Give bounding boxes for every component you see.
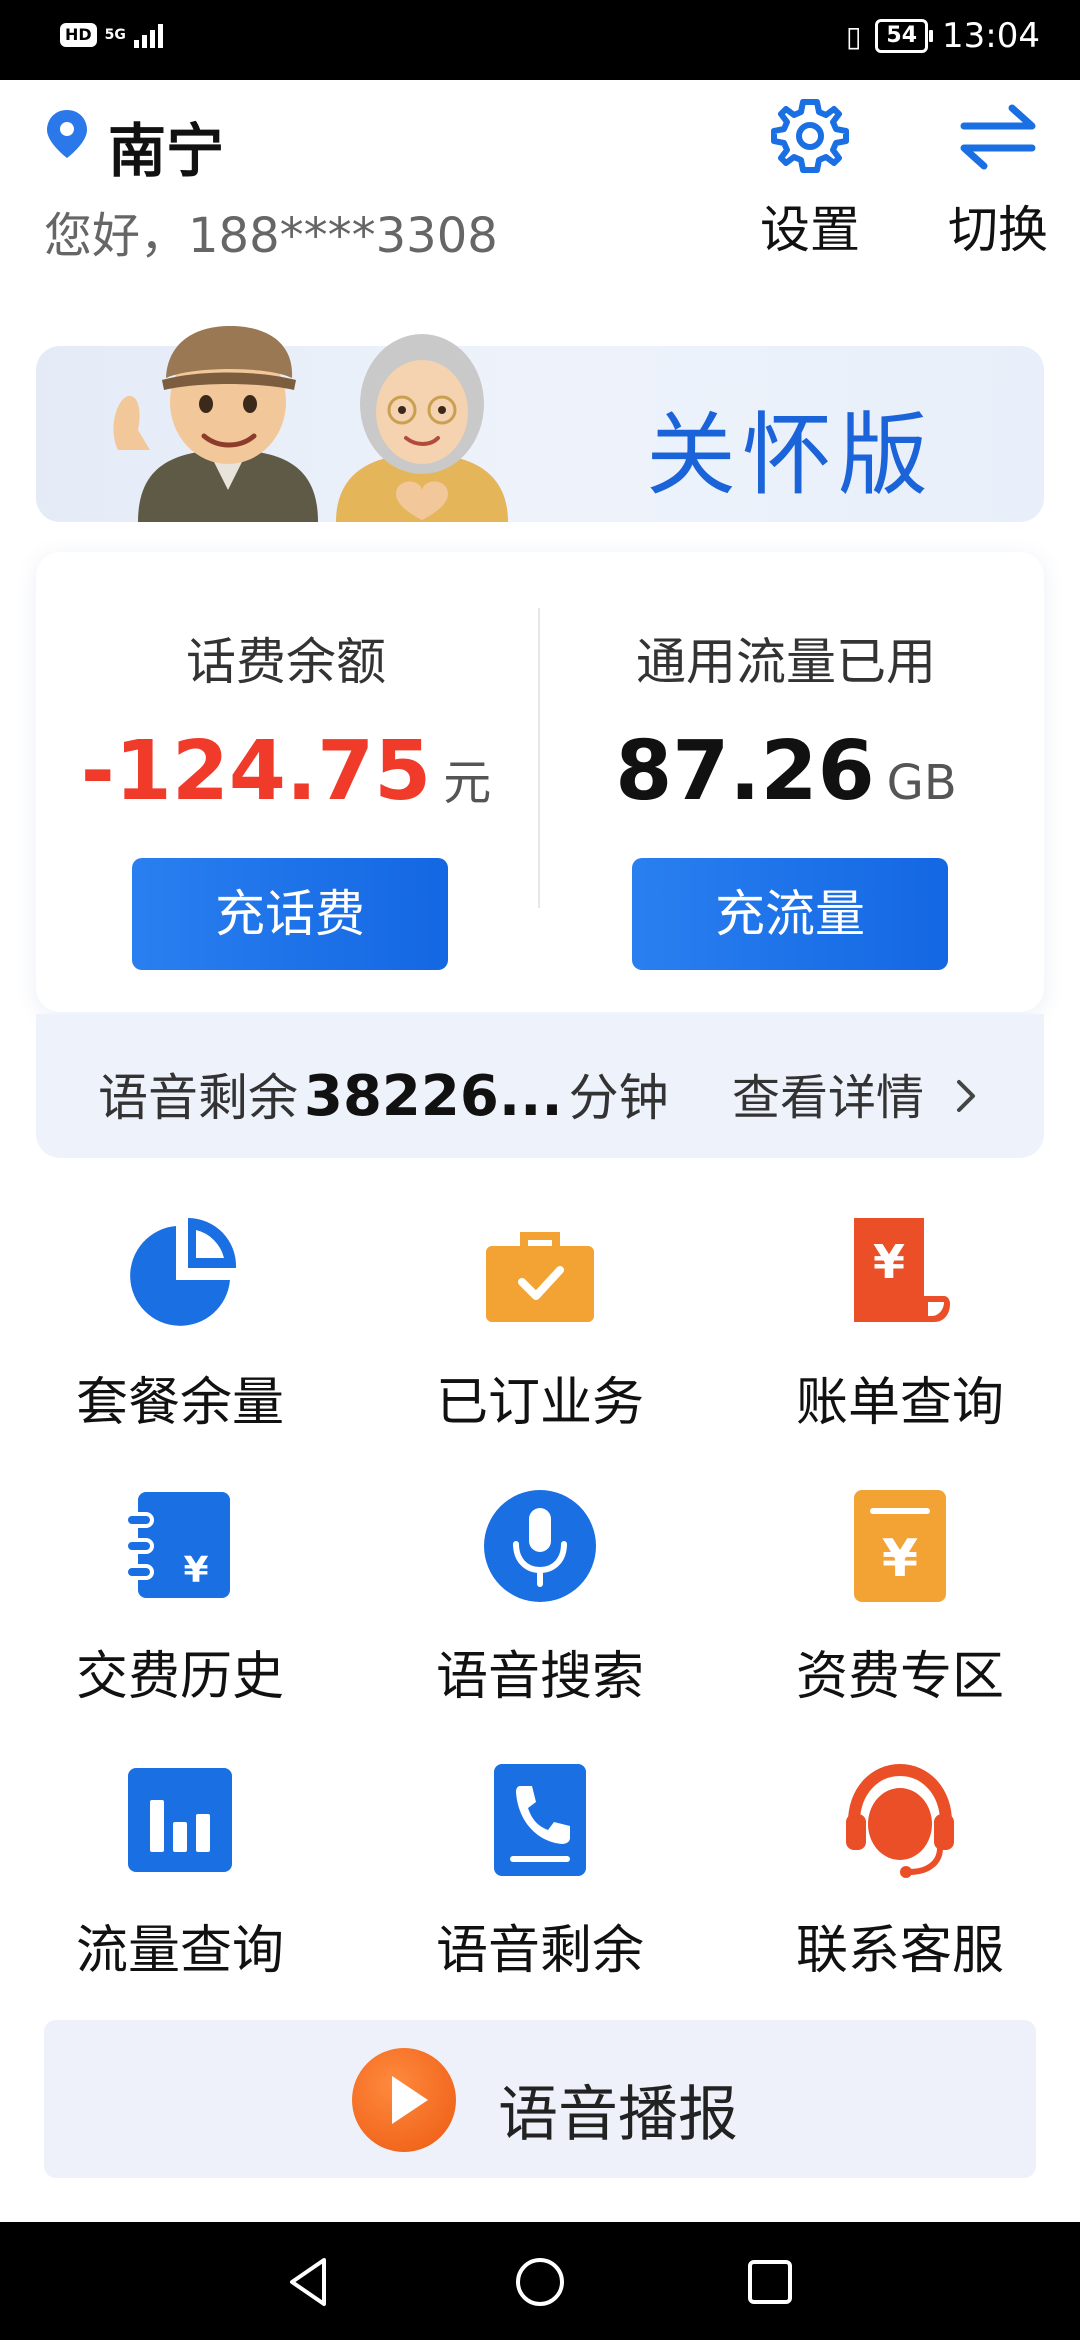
account-card: 话费余额 -124.75 元 充话费 通用流量已用 87.26 GB 充流量 (36, 552, 1044, 1012)
home-icon[interactable] (510, 2252, 570, 2312)
view-details-label: 查看详情 (732, 1070, 925, 1126)
grid-item-voice-search[interactable]: 语音搜索 (390, 1486, 690, 1709)
view-details-link[interactable]: 查看详情 (732, 1058, 981, 1128)
vibrate-icon: ▯ (845, 19, 862, 53)
notebook-icon: ¥ (124, 1492, 230, 1598)
balance-value: -124.75 元 (36, 724, 536, 819)
grid-item-package-balance[interactable]: 套餐余量 (30, 1212, 330, 1435)
svg-text:¥: ¥ (183, 1550, 208, 1591)
grid-label: 资费专区 (795, 1647, 1004, 1707)
phone-icon (494, 1764, 586, 1876)
city-name[interactable]: 南宁 (108, 104, 224, 188)
briefcase-icon (486, 1232, 594, 1322)
data-usage-amount: 87.26 (615, 724, 875, 819)
status-left: HD 5G (60, 22, 163, 48)
price-tag-icon: ¥ (854, 1490, 946, 1602)
bar-chart-icon (128, 1768, 232, 1872)
status-bar: HD 5G ▯ 54 13:04 (0, 0, 1080, 80)
data-usage-section: 通用流量已用 87.26 GB 充流量 (536, 552, 1036, 1012)
balance-amount: -124.75 (80, 724, 432, 819)
recharge-data-button[interactable]: 充流量 (632, 858, 948, 970)
data-usage-unit: GB (886, 755, 957, 811)
voice-remaining-row[interactable]: 语音剩余 38226... 分钟 查看详情 (36, 1014, 1044, 1158)
hd-badge: HD (60, 23, 97, 47)
balance-title: 话费余额 (186, 633, 386, 691)
grid-label: 交费历史 (75, 1647, 284, 1707)
grid-item-bill-query[interactable]: ¥ 账单查询 (750, 1212, 1050, 1435)
voice-remaining-value: 38226... (304, 1064, 563, 1129)
banner-title: 关怀版 (646, 403, 934, 508)
settings-label: 设置 (760, 201, 860, 259)
grid-label: 语音搜索 (435, 1647, 644, 1707)
chevron-right-icon (957, 1080, 976, 1112)
balance-unit: 元 (443, 755, 492, 811)
grid-item-voice-remaining[interactable]: 语音剩余 (390, 1760, 690, 1983)
data-usage-value: 87.26 GB (536, 724, 1036, 819)
customer-service-icon (846, 1763, 954, 1878)
balance-section: 话费余额 -124.75 元 充话费 (36, 552, 536, 1012)
voice-remaining-info: 语音剩余 38226... 分钟 (98, 1058, 669, 1130)
switch-button[interactable]: 切换 (928, 96, 1068, 262)
grid-label: 已订业务 (435, 1373, 644, 1433)
svg-text:¥: ¥ (882, 1529, 918, 1589)
data-usage-title: 通用流量已用 (636, 633, 936, 691)
back-icon[interactable] (280, 2252, 340, 2312)
microphone-icon (484, 1490, 596, 1602)
greeting-text: 您好，188****3308 (44, 208, 498, 264)
grid-item-payment-history[interactable]: ¥ 交费历史 (30, 1486, 330, 1709)
grandpa-illustration (113, 326, 318, 522)
play-icon (352, 2048, 456, 2152)
grid-item-subscribed-services[interactable]: 已订业务 (390, 1212, 690, 1435)
voice-broadcast-label: 语音播报 (498, 2080, 738, 2150)
grid-item-customer-service[interactable]: 联系客服 (750, 1760, 1050, 1983)
grandma-illustration (336, 334, 508, 522)
switch-label: 切换 (948, 201, 1048, 259)
location-pin-icon (47, 110, 87, 158)
voice-remaining-unit: 分钟 (568, 1069, 669, 1127)
navigation-bar (0, 2222, 1080, 2340)
voice-broadcast-button[interactable]: 语音播报 (44, 2020, 1036, 2178)
network-type: 5G (104, 27, 126, 43)
switch-arrows-icon (960, 104, 1036, 170)
recents-icon[interactable] (740, 2252, 800, 2312)
signal-icon (133, 22, 163, 48)
grid-label: 语音剩余 (435, 1921, 644, 1981)
svg-text:¥: ¥ (873, 1235, 905, 1289)
clock: 13:04 (942, 16, 1040, 56)
bill-icon: ¥ (854, 1218, 950, 1322)
grid-label: 账单查询 (795, 1373, 1004, 1433)
grid-label: 联系客服 (795, 1921, 1004, 1981)
voice-remaining-label: 语音剩余 (98, 1069, 298, 1127)
pie-chart-icon (130, 1218, 237, 1326)
settings-button[interactable]: 设置 (740, 96, 880, 262)
grid-item-data-query[interactable]: 流量查询 (30, 1760, 330, 1983)
grid-item-tariff-zone[interactable]: ¥ 资费专区 (750, 1486, 1050, 1709)
grid-label: 流量查询 (75, 1921, 284, 1981)
grid-label: 套餐余量 (75, 1373, 284, 1433)
care-edition-banner[interactable]: 关怀版 (36, 326, 1044, 522)
battery-icon: 54 (875, 19, 933, 53)
recharge-balance-button[interactable]: 充话费 (132, 858, 448, 970)
gear-icon (771, 99, 849, 173)
status-right: ▯ 54 13:04 (846, 16, 1040, 56)
